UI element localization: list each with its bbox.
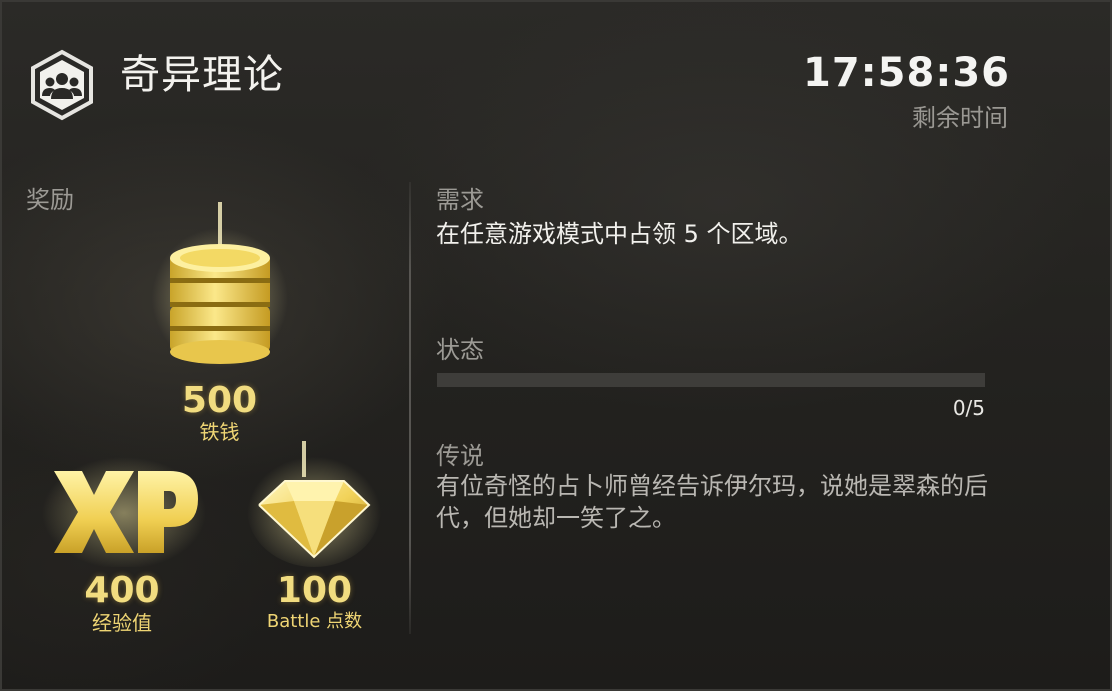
reward-label-battle-points: Battle 点数 <box>266 611 363 632</box>
requirement-text: 在任意游戏模式中占领 5 个区域。 <box>436 220 803 248</box>
lore-text: 有位奇怪的占卜师曾经告诉伊尔玛，说她是翠森的后代，但她却一笑了之。 <box>436 472 988 532</box>
status-heading: 状态 <box>436 336 484 364</box>
timer-label: 剩余时间 <box>912 104 1008 132</box>
rewards-heading: 奖励 <box>26 186 74 214</box>
lore-heading: 传说 <box>436 442 484 470</box>
progress-bar <box>437 373 985 387</box>
divider <box>409 182 411 634</box>
reward-value-xp: 400 <box>84 570 160 611</box>
reward-value-coins: 500 <box>181 380 258 421</box>
coin-stack-icon <box>152 202 288 368</box>
reward-label-xp: 经验值 <box>92 611 152 635</box>
challenge-card: 奇异理论 17:58:36 剩余时间 奖励 500 铁钱 400 经验值 100… <box>0 0 1112 691</box>
group-hexagon-icon <box>31 49 93 121</box>
xp-icon <box>42 457 206 567</box>
page-title: 奇异理论 <box>120 52 284 98</box>
countdown-timer: 17:58:36 <box>803 50 1010 96</box>
reward-value-battle-points: 100 <box>276 570 353 611</box>
progress-count: 0/5 <box>952 396 985 420</box>
diamond-icon <box>247 441 381 567</box>
requirement-heading: 需求 <box>436 186 484 214</box>
